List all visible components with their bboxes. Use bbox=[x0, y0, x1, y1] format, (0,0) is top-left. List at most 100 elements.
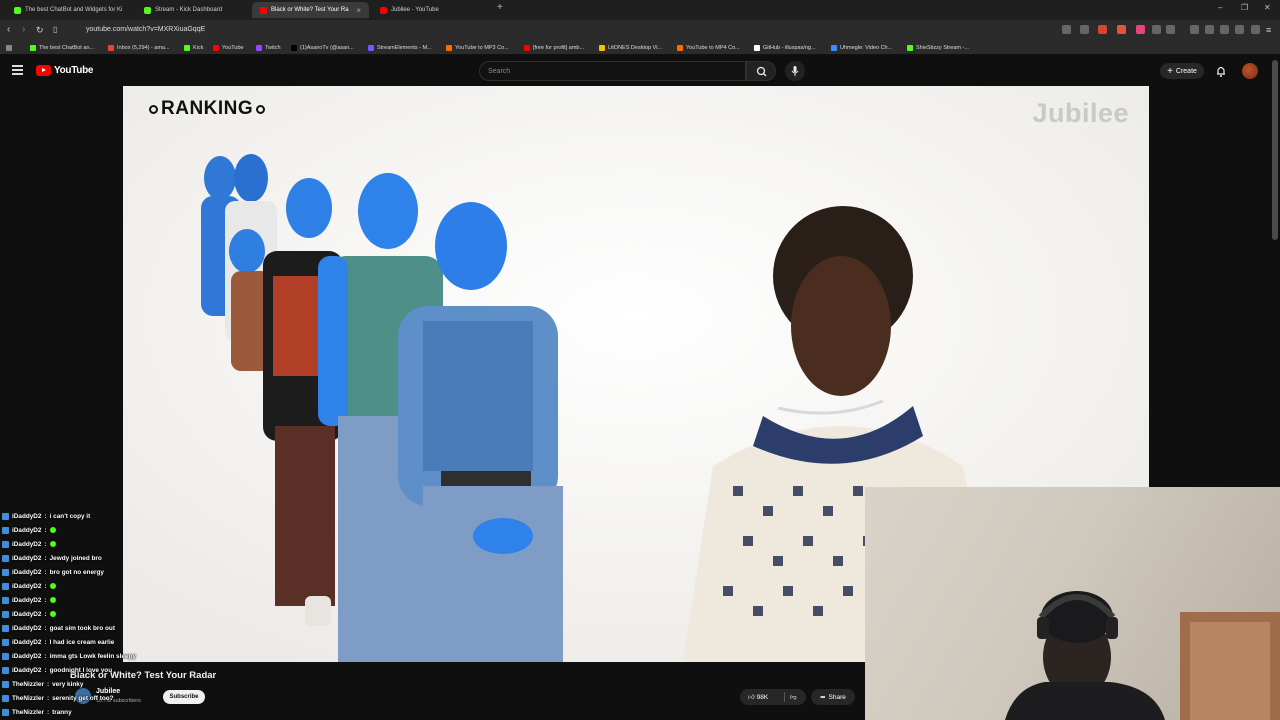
media-icon[interactable] bbox=[1190, 25, 1199, 34]
chat-badge-icon bbox=[2, 596, 9, 604]
chat-overlay: iDaddyD2: i can't copy it iDaddyD2: iDadd… bbox=[0, 497, 160, 720]
chat-message: iDaddyD2: imma gts Lowk feelin sleepy bbox=[2, 649, 136, 663]
bookmark-item[interactable]: Kick bbox=[184, 42, 203, 53]
like-dislike-button[interactable]: 👍︎ 98K 👎︎ bbox=[740, 689, 806, 705]
chat-message: TheNizzler: very kinky bbox=[2, 677, 83, 691]
ranking-text: RANKING bbox=[161, 98, 254, 119]
plus-icon: + bbox=[1167, 65, 1173, 77]
back-icon[interactable]: ‹ bbox=[7, 23, 10, 37]
bookmark-page-icon[interactable]: ▯ bbox=[53, 23, 57, 37]
sidebar-icon[interactable] bbox=[1205, 25, 1214, 34]
bookmarks-bar: The best ChatBot an... Inbox (5,294) - a… bbox=[0, 40, 1280, 55]
chat-badge-icon bbox=[2, 540, 9, 548]
tab-title: The best ChatBot and Widgets for Ki bbox=[25, 7, 123, 13]
bookmark-favicon-icon bbox=[368, 44, 374, 51]
forward-icon[interactable]: › bbox=[22, 23, 25, 37]
bookmark-item[interactable]: Uhmegle: Video Ch... bbox=[831, 42, 892, 53]
emote-icon bbox=[49, 611, 56, 617]
divider bbox=[784, 692, 785, 702]
restore-icon[interactable]: ❐ bbox=[1241, 3, 1248, 12]
notifications-bell-icon[interactable] bbox=[1214, 64, 1228, 78]
page-scrollbar[interactable] bbox=[1272, 60, 1278, 240]
chat-badge-icon bbox=[2, 652, 9, 660]
extension-icon[interactable] bbox=[1166, 25, 1175, 34]
vpn-icon[interactable] bbox=[1235, 25, 1244, 34]
install-icon[interactable] bbox=[1062, 25, 1071, 34]
bookmark-item[interactable]: Inbox (5,294) - ama... bbox=[108, 42, 170, 53]
bookmark-item[interactable]: GitHub - illuspas/ng... bbox=[754, 42, 816, 53]
bookmark-favicon-icon bbox=[291, 44, 297, 51]
bookmark-item[interactable]: Twitch bbox=[256, 42, 281, 53]
chat-message: iDaddyD2: I had ice cream earlie bbox=[2, 635, 114, 649]
close-tab-icon[interactable]: × bbox=[356, 6, 361, 15]
hamburger-menu-icon[interactable] bbox=[12, 65, 23, 75]
share-button[interactable]: ➦ Share bbox=[811, 689, 855, 705]
minimize-icon[interactable]: – bbox=[1218, 3, 1222, 12]
like-count: 98K bbox=[756, 694, 769, 701]
chat-message: iDaddyD2: i can't copy it bbox=[2, 509, 90, 523]
bookmark-item[interactable]: LitONES Desktop Vi... bbox=[599, 42, 662, 53]
browser-tab[interactable]: Stream - Kick Dashboard bbox=[136, 2, 248, 18]
apps-icon[interactable] bbox=[6, 42, 12, 53]
wallet-icon[interactable] bbox=[1220, 25, 1229, 34]
bookmark-item[interactable]: The best ChatBot an... bbox=[30, 42, 94, 53]
chat-badge-icon bbox=[2, 512, 9, 520]
search-input[interactable]: Search bbox=[479, 61, 746, 81]
create-label: Create bbox=[1175, 67, 1197, 75]
bookmark-favicon-icon bbox=[108, 44, 114, 51]
chat-message: iDaddyD2: Jewdy joined bro bbox=[2, 551, 102, 565]
youtube-logo-text: YouTube bbox=[54, 65, 94, 76]
bookmark-favicon-icon bbox=[256, 44, 262, 51]
youtube-play-icon bbox=[36, 65, 51, 76]
voice-search-button[interactable] bbox=[785, 61, 805, 81]
bookmark-favicon-icon bbox=[599, 44, 605, 51]
tab-favicon-icon bbox=[144, 6, 151, 14]
subscribe-button[interactable]: Subscribe bbox=[163, 690, 205, 704]
share-page-icon[interactable] bbox=[1080, 25, 1089, 34]
share-label: Share bbox=[828, 693, 846, 701]
bookmark-favicon-icon bbox=[213, 44, 219, 51]
extension-icon[interactable] bbox=[1152, 25, 1161, 34]
bookmark-item[interactable]: (1)AsanoTv (@asan... bbox=[291, 42, 354, 53]
bookmark-item[interactable]: YouTube bbox=[213, 42, 244, 53]
webcam-frame bbox=[1005, 591, 1280, 720]
chat-message: TheNizzler: serenity get off too? bbox=[2, 691, 114, 705]
bookmark-item[interactable]: ShieStizzy Stream -... bbox=[907, 42, 969, 53]
chat-badge-icon bbox=[2, 526, 9, 534]
chat-badge-icon bbox=[2, 624, 9, 632]
chat-message: TheNizzler: tranny bbox=[2, 705, 72, 719]
chat-badge-icon bbox=[2, 694, 9, 702]
youtube-logo[interactable]: YouTube bbox=[36, 65, 94, 76]
url-field[interactable]: youtube.com/watch?v=MXRXiuaGqqE bbox=[70, 23, 1070, 37]
search-button[interactable] bbox=[746, 61, 776, 81]
bookmark-item[interactable]: YouTube to MP3 Co... bbox=[446, 42, 509, 53]
browser-tab[interactable]: Jubilee - YouTube bbox=[372, 2, 490, 18]
browser-tab[interactable]: The best ChatBot and Widgets for Ki bbox=[6, 2, 134, 18]
chat-message: iDaddyD2: bbox=[2, 579, 56, 593]
shield-icon[interactable] bbox=[1251, 25, 1260, 34]
youtube-header: YouTube Search + Create bbox=[0, 56, 1280, 86]
emote-icon bbox=[49, 597, 56, 603]
brave-shield-icon[interactable] bbox=[1098, 25, 1107, 34]
tab-favicon-icon bbox=[260, 6, 267, 14]
chat-badge-icon bbox=[2, 554, 9, 562]
bookmark-item[interactable]: [free for profit] amb... bbox=[524, 42, 584, 53]
reload-icon[interactable]: ↻ bbox=[36, 23, 44, 37]
extension-icon[interactable] bbox=[1136, 25, 1145, 34]
browser-tab-active[interactable]: Black or White? Test Your Ra × bbox=[252, 2, 369, 18]
close-window-icon[interactable]: ✕ bbox=[1264, 3, 1271, 12]
thumbs-down-icon[interactable]: 👎︎ bbox=[790, 693, 797, 701]
create-button[interactable]: + Create bbox=[1160, 63, 1204, 79]
like-button[interactable]: 👍︎ 98K bbox=[748, 693, 768, 701]
menu-icon[interactable]: ≡ bbox=[1266, 23, 1271, 37]
bookmark-item[interactable]: YouTube to MP4 Co... bbox=[677, 42, 740, 53]
tab-title: Stream - Kick Dashboard bbox=[155, 7, 223, 13]
chat-message: iDaddyD2: bbox=[2, 607, 56, 621]
bookmark-item[interactable]: StreamElements - M... bbox=[368, 42, 432, 53]
new-tab-icon[interactable]: + bbox=[497, 2, 503, 13]
chat-badge-icon bbox=[2, 568, 9, 576]
rewards-icon[interactable] bbox=[1117, 25, 1126, 34]
tab-favicon-icon bbox=[380, 6, 387, 14]
account-avatar[interactable] bbox=[1242, 63, 1258, 79]
address-bar-row: ‹ › ↻ ▯ youtube.com/watch?v=MXRXiuaGqqE … bbox=[0, 20, 1280, 40]
